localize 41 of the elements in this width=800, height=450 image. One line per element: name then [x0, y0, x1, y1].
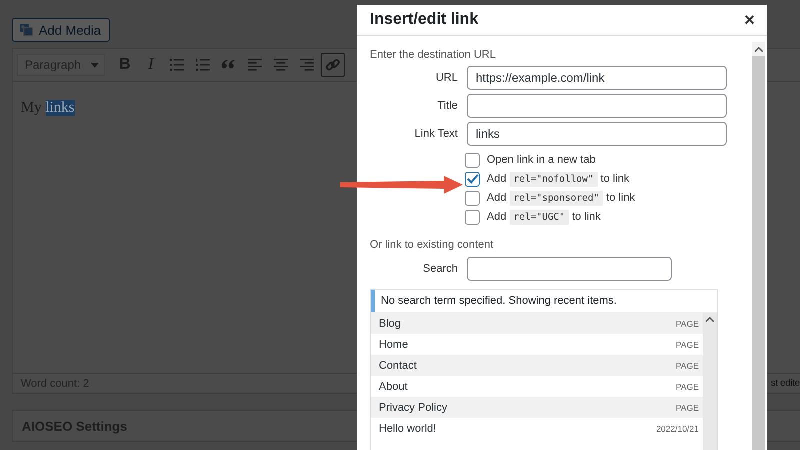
result-item[interactable]: About PAGE: [371, 376, 703, 397]
section-heading: Or link to existing content: [370, 239, 495, 251]
input-field[interactable]: [467, 94, 727, 118]
input-field[interactable]: https://example.com/link: [467, 66, 727, 90]
option-label: Add rel="sponsored" to link: [487, 192, 636, 204]
quote-icon: [222, 60, 236, 70]
align-center-icon: [274, 59, 288, 71]
bulleted-list-icon: [170, 59, 184, 71]
scroll-up-icon: [754, 46, 762, 52]
checkbox[interactable]: [465, 172, 480, 186]
option-label: Add rel="nofollow" to link: [487, 173, 630, 185]
result-item[interactable]: Privacy Policy PAGE: [371, 397, 703, 418]
field-label: URL: [434, 72, 458, 84]
field-label: Search: [422, 263, 458, 275]
scrollbar[interactable]: [752, 42, 765, 450]
option-label: Open link in a new tab: [487, 154, 596, 166]
media-icon: [19, 23, 34, 37]
search-field[interactable]: [467, 257, 672, 281]
result-item[interactable]: Contact PAGE: [371, 355, 703, 376]
checkbox[interactable]: [465, 210, 480, 224]
link-button[interactable]: [321, 53, 345, 77]
scroll-up-icon: [706, 317, 714, 322]
numbered-list-icon: [196, 59, 210, 71]
checkbox[interactable]: [465, 190, 480, 206]
option-label: Add rel="UGC" to link: [487, 211, 601, 223]
last-edited-text: st edite: [770, 378, 800, 389]
dialog-title: Insert/edit link: [370, 11, 478, 29]
input-field[interactable]: links: [467, 122, 727, 146]
link-icon: [325, 57, 341, 73]
checkbox[interactable]: [465, 152, 480, 168]
result-item[interactable]: Home PAGE: [371, 334, 703, 355]
align-right-icon: [300, 59, 314, 71]
result-item[interactable]: Hello world! 2022/10/21: [371, 418, 703, 439]
result-item[interactable]: Blog PAGE: [371, 313, 703, 334]
field-label: Link Text: [414, 128, 458, 140]
field-label: Title: [436, 100, 458, 112]
section-heading: Enter the destination URL: [370, 49, 497, 61]
caret-icon: [91, 62, 99, 68]
close-button[interactable]: ×: [740, 10, 759, 30]
align-left-icon: [248, 59, 262, 71]
scrollbar[interactable]: [703, 313, 717, 450]
